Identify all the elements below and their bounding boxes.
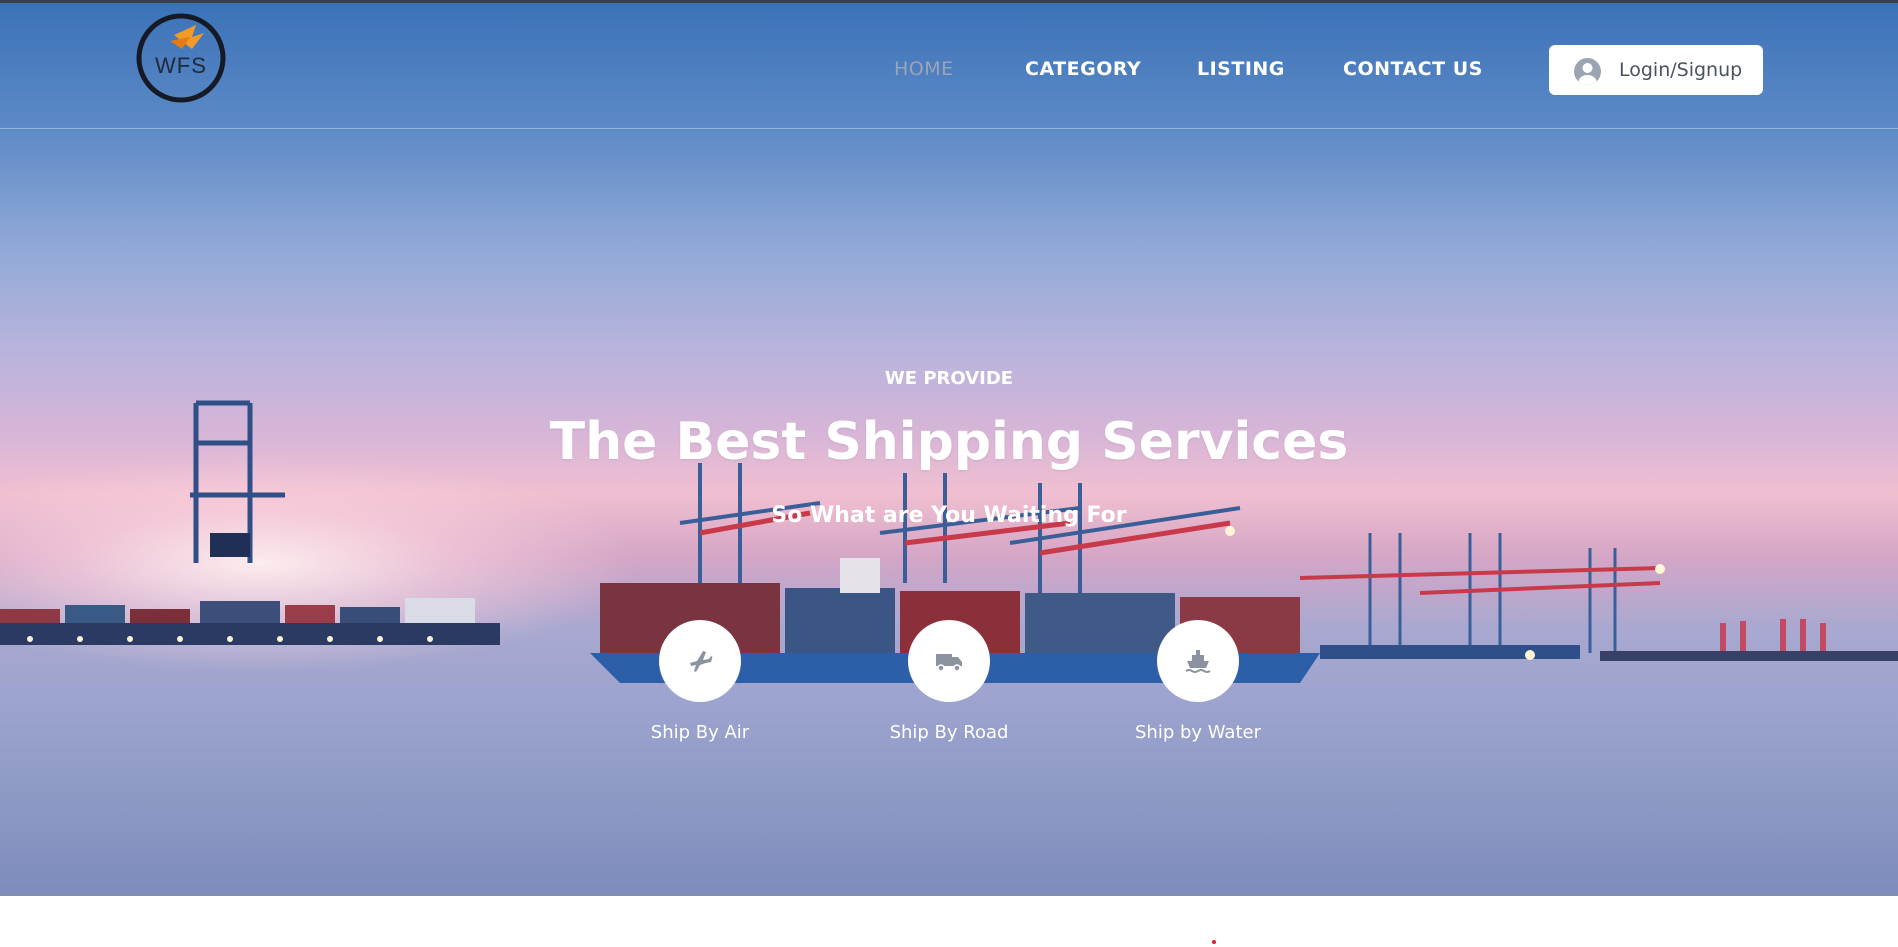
nav-listing[interactable]: LISTING: [1197, 58, 1285, 80]
logo-text: WFS: [155, 53, 207, 78]
red-dot-marker: [1212, 940, 1216, 944]
service-circle[interactable]: [659, 620, 741, 702]
truck-icon: [936, 654, 962, 672]
service-ship-by-water[interactable]: Ship by Water: [1108, 620, 1288, 743]
nav-home[interactable]: HOME: [894, 58, 954, 80]
hero-title: The Best Shipping Services: [549, 412, 1349, 472]
ship-icon: [1185, 650, 1211, 673]
next-section-strip: [0, 895, 1898, 947]
service-circle[interactable]: [1157, 620, 1239, 702]
service-label: Ship By Air: [650, 722, 750, 743]
nav-contact-us[interactable]: CONTACT US: [1343, 58, 1483, 80]
service-ship-by-road[interactable]: Ship By Road: [859, 620, 1039, 743]
hero-eyebrow: WE PROVIDE: [884, 368, 1014, 389]
service-label: Ship By Road: [889, 722, 1009, 743]
login-signup-label: Login/Signup: [1619, 59, 1743, 81]
hero-subtitle: So What are You Waiting For: [771, 503, 1127, 528]
site-header: WFS HOME CATEGORY LISTING CONTACT US Log…: [0, 3, 1898, 129]
brand-logo[interactable]: WFS: [134, 9, 228, 107]
airplane-icon: [690, 651, 713, 672]
user-avatar-icon: [1574, 58, 1601, 85]
service-circle[interactable]: [908, 620, 990, 702]
service-label: Ship by Water: [1135, 722, 1261, 743]
service-ship-by-air[interactable]: Ship By Air: [610, 620, 790, 743]
login-signup-button[interactable]: Login/Signup: [1549, 45, 1763, 95]
nav-category[interactable]: CATEGORY: [1025, 58, 1141, 80]
